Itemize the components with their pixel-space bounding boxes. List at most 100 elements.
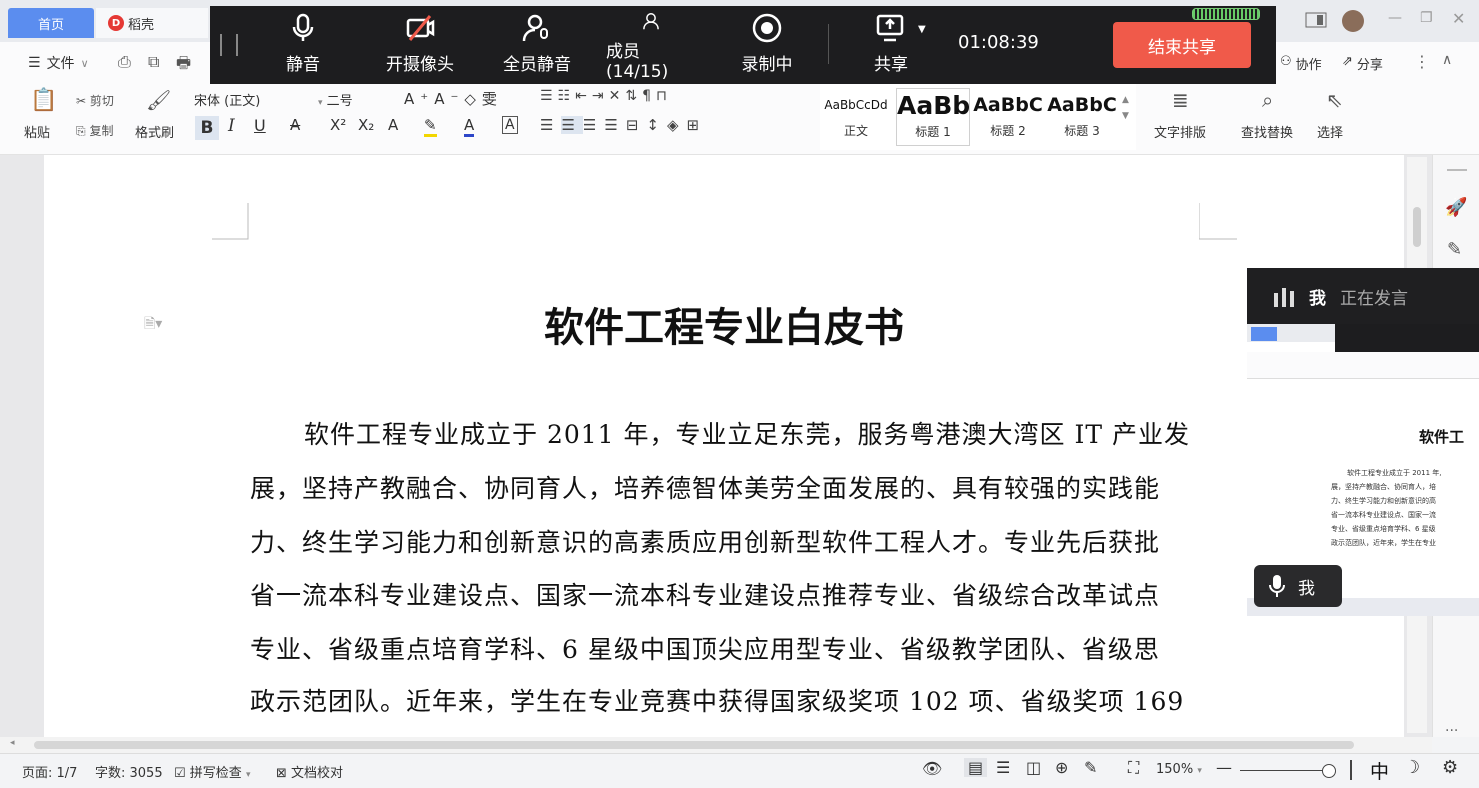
video-panel[interactable]: 我 正在发言 软件工 软件工程专业成立于 2011 年, 展，坚持产教融合、协同… [1247,268,1479,616]
share-dropdown-icon[interactable]: ▼ [918,24,926,35]
format-painter-icon[interactable]: 🖌 [146,88,171,112]
font-size-select[interactable]: ▾ 二号 [318,90,398,109]
grow-font-icon[interactable]: A⁺ [404,90,434,108]
recording-button[interactable]: 录制中 [722,12,812,82]
select-button[interactable]: 选择 [1317,122,1343,141]
style-gallery-scroll-icon[interactable]: ▲ ▼ [1122,92,1129,124]
mute-button[interactable]: 静音 [258,12,348,82]
horizontal-scrollbar[interactable]: ◂ [0,737,1432,753]
spellcheck-button[interactable]: ☑ 拼写检查 ▾ [174,762,250,781]
more-icon[interactable]: ⋮ [1414,52,1430,71]
members-button[interactable]: 成员(14/15) [606,12,696,82]
line-spacing-icon[interactable]: ↕ [646,116,667,134]
mute-all-button[interactable]: 全员静音 [492,12,582,82]
tab-icon[interactable]: ⊓ [656,88,672,104]
distributed-icon[interactable]: ⊟ [626,116,647,134]
minimize-icon[interactable]: — [1388,10,1402,26]
print-icon[interactable]: 🖶 [176,52,191,79]
cut-button[interactable]: ✂ 剪切 [76,92,114,109]
outline-view-icon[interactable]: ☰ [996,758,1010,777]
tab-home[interactable]: 首页 [8,8,94,38]
font-color-icon[interactable]: A [464,116,475,137]
write-view-icon[interactable]: ✎ [1084,758,1097,777]
underline-icon[interactable]: U [254,116,266,135]
subscript-icon[interactable]: X₂ [358,116,374,134]
clear-format-icon[interactable]: ◇ [464,90,482,108]
bold-icon[interactable]: B [195,116,219,140]
select-cursor-icon[interactable]: ⇖ [1326,88,1343,112]
settings-gear-icon[interactable]: ⚙ [1442,757,1458,778]
paste-button[interactable]: 粘贴 [24,122,50,141]
superscript-icon[interactable]: X² [330,116,346,134]
word-count[interactable]: 字数: 3055 [95,762,163,781]
shading-icon[interactable]: ◈ [667,116,687,134]
eye-protection-icon[interactable]: 👁 [922,759,942,778]
increase-indent-icon[interactable]: ⇥ [592,88,609,104]
justify-icon[interactable]: ☰ [604,116,625,134]
style-heading-3[interactable]: AaBbC 标题 3 [1046,88,1118,144]
horizontal-scroll-thumb[interactable] [34,741,1354,749]
collab-button[interactable]: ⚇ 协作 [1280,54,1322,73]
style-heading-1[interactable]: AaBb 标题 1 [896,88,970,146]
sort-icon[interactable]: ⇅ [625,88,642,104]
page-indicator[interactable]: 页面: 1/7 [22,762,77,781]
font-name-select[interactable]: 宋体 (正文) [194,90,324,109]
borders-icon[interactable]: ⊞ [687,116,708,134]
moon-icon[interactable]: ☽ [1404,757,1420,778]
strikethrough-icon[interactable]: A [290,116,300,134]
char-border-icon[interactable]: A [502,116,518,134]
tab-docke[interactable]: D 稻壳 [96,8,208,38]
reading-view-icon[interactable]: ◫ [1026,758,1041,777]
window-layout-icon[interactable] [1305,12,1327,32]
zoom-out-icon[interactable]: — [1216,758,1232,777]
proofread-button[interactable]: ⊠ 文档校对 [276,762,343,781]
format-painter-button[interactable]: 格式刷 [135,122,174,141]
show-marks-icon[interactable]: ¶ [642,88,656,104]
pen-icon[interactable]: ✎ [1447,239,1462,260]
copy-button[interactable]: ⎘ 复制 [76,122,113,139]
sidebar-handle-icon[interactable] [1447,169,1467,171]
bullet-list-icon[interactable]: ☰ [540,88,558,104]
chinese-layout-icon[interactable]: ✕ [609,88,626,104]
export-icon[interactable]: ⧉ [148,52,159,72]
drag-handle-icon[interactable] [220,34,238,56]
shrink-font-icon[interactable]: A⁻ [434,90,464,108]
phonetic-icon[interactable]: 雯 [482,90,503,108]
scroll-left-icon[interactable]: ◂ [10,738,15,748]
text-effect-icon[interactable]: A [388,116,398,134]
text-layout-button[interactable]: 文字排版 [1154,122,1206,141]
align-left-icon[interactable]: ☰ [540,116,561,134]
zoom-level[interactable]: 150% ▾ [1156,762,1202,777]
zoom-slider-thumb[interactable] [1322,764,1336,778]
italic-icon[interactable]: I [228,116,235,136]
page-view-icon[interactable]: ▤ [964,758,988,777]
paste-icon[interactable]: 📋 [30,88,57,113]
vertical-scroll-thumb[interactable] [1413,207,1421,247]
collapse-ribbon-icon[interactable]: ∧ [1442,52,1452,68]
highlight-icon[interactable]: ✎ [424,116,437,137]
document-page[interactable]: 🗎▾ 软件工程专业白皮书 软件工程专业成立于 2011 年，专业立足东莞，服务粤… [44,155,1404,737]
restore-icon[interactable]: ❐ [1420,10,1433,26]
more-horizontal-icon[interactable]: ··· [1445,723,1458,739]
save-icon[interactable]: ⎙ [118,52,131,72]
web-view-icon[interactable]: ⊕ [1055,758,1068,777]
fit-page-icon[interactable]: ⛶ [1128,758,1139,778]
numbered-list-icon[interactable]: ☷ [558,88,576,104]
self-mic-tag[interactable]: 我 [1254,565,1342,607]
decrease-indent-icon[interactable]: ⇤ [575,88,592,104]
find-replace-icon[interactable]: ⌕ [1262,88,1273,112]
style-heading-2[interactable]: AaBbC 标题 2 [972,88,1044,144]
find-replace-button[interactable]: 查找替换 [1241,122,1293,141]
share-button[interactable]: ⇗ 分享 [1342,54,1383,73]
camera-button[interactable]: 开摄像头 [375,12,465,82]
file-menu[interactable]: ☰ 文件 ∨ [28,53,89,73]
style-normal[interactable]: AaBbCcDd 正文 [820,88,892,144]
close-icon[interactable]: ✕ [1452,9,1465,28]
align-right-icon[interactable]: ☰ [583,116,604,134]
rocket-icon[interactable]: 🚀 [1445,197,1467,218]
ime-indicator[interactable]: 中 [1370,757,1389,784]
zoom-slider-track[interactable] [1240,770,1330,771]
text-layout-icon[interactable]: ≣ [1172,88,1189,112]
align-center-icon[interactable]: ☰ [561,116,583,134]
avatar[interactable] [1342,10,1364,32]
